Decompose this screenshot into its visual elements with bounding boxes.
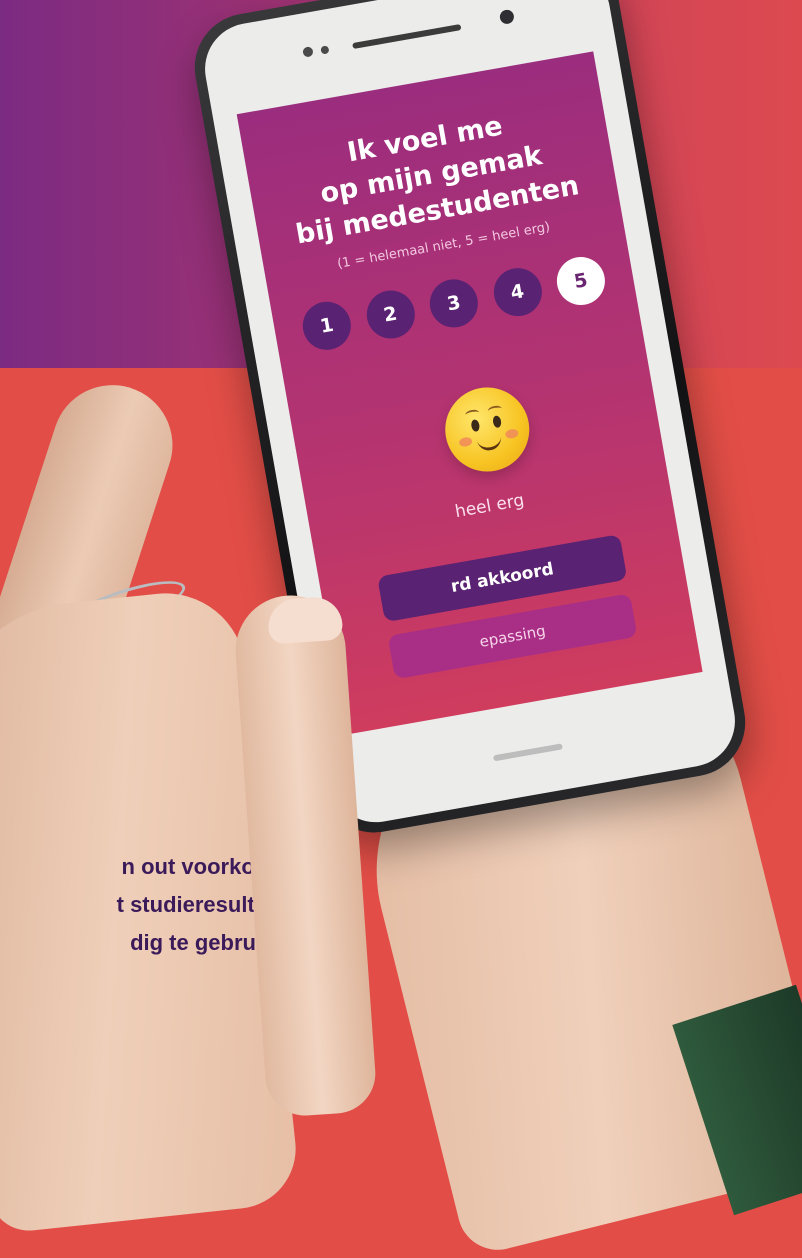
front-camera-icon [498,8,516,25]
selected-answer-label: heel erg [453,490,526,523]
home-indicator [492,743,563,762]
smiling-face-icon [438,380,536,479]
emoji-eye [470,418,481,433]
sensor-icon [302,46,314,58]
rating-option-4[interactable]: 4 [489,264,546,321]
rating-option-5-selected[interactable]: 5 [553,253,609,309]
emoji-cheek [458,436,473,448]
speaker-grille [352,24,462,50]
emoji-brow [464,408,480,420]
emoji-cheek [504,428,520,440]
rating-option-3[interactable]: 3 [426,275,482,332]
sensor-icon [320,45,330,55]
rating-option-1[interactable]: 1 [299,298,355,354]
rating-option-2[interactable]: 2 [362,286,419,343]
emoji-mouth [476,433,503,453]
emoji-eye [492,415,503,429]
emoji-brow [487,404,503,416]
question-title: Ik voel me op mijn gemak bij medestudent… [244,91,619,260]
